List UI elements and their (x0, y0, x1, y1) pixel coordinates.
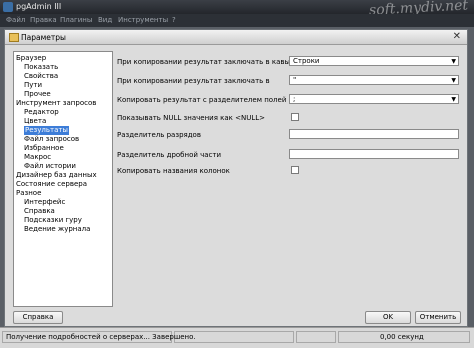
cancel-button[interactable]: Отменить (415, 311, 461, 324)
null-label: Показывать NULL значения как <NULL> (117, 114, 265, 122)
enclose-value: " (293, 76, 297, 84)
tree-item-query-file[interactable]: Файл запросов (24, 135, 79, 144)
status-time: 0,00 секунд (380, 333, 424, 341)
chevron-down-icon: ▼ (451, 77, 456, 84)
tree-item-browser[interactable]: Браузер (16, 54, 46, 63)
menu-bar: Файл Правка Плагины Вид Инструменты ? (0, 14, 474, 27)
app-title: pgAdmin III (16, 2, 62, 11)
menu-tools[interactable]: Инструменты (118, 16, 168, 24)
quote-select[interactable]: Строки ▼ (289, 56, 459, 66)
tree-item-help[interactable]: Справка (24, 207, 55, 216)
chevron-down-icon: ▼ (451, 96, 456, 103)
tree-item-history-file[interactable]: Файл истории (24, 162, 76, 171)
dialog-title-bar: Параметры ✕ (5, 30, 467, 45)
separator-value: ; (293, 95, 296, 103)
quote-value: Строки (293, 57, 320, 65)
help-button[interactable]: Справка (13, 311, 63, 324)
decimal-input[interactable] (289, 149, 459, 159)
colnames-checkbox[interactable] (291, 166, 299, 174)
decimal-label: Разделитель дробной части (117, 151, 222, 159)
pgadmin-logo-icon (3, 2, 13, 12)
menu-help[interactable]: ? (172, 16, 176, 24)
options-tree[interactable]: Браузер Показать Свойства Пути Прочее Ин… (13, 51, 113, 307)
colnames-label: Копировать названия колонок (117, 167, 230, 175)
close-icon[interactable]: ✕ (453, 31, 461, 42)
tree-item-results[interactable]: Результаты (24, 126, 69, 135)
tree-item-paths[interactable]: Пути (24, 81, 42, 90)
folder-icon (9, 33, 19, 42)
tree-item-db-designer[interactable]: Дизайнер баз данных (16, 171, 97, 180)
tree-item-macros[interactable]: Макрос (24, 153, 51, 162)
tree-item-logging[interactable]: Ведение журнала (24, 225, 90, 234)
enclose-select[interactable]: " ▼ (289, 75, 459, 85)
enclose-label: При копировании результат заключать в (117, 77, 270, 85)
thousands-label: Разделитель разрядов (117, 131, 201, 139)
tree-item-favourites[interactable]: Избранное (24, 144, 64, 153)
status-small-segment (296, 331, 336, 343)
tree-item-miscellaneous[interactable]: Разное (16, 189, 41, 198)
tree-item-display[interactable]: Показать (24, 63, 58, 72)
tree-item-server-status[interactable]: Состояние сервера (16, 180, 87, 189)
null-checkbox[interactable] (291, 113, 299, 121)
menu-edit[interactable]: Правка (30, 16, 57, 24)
chevron-down-icon: ▼ (451, 58, 456, 65)
tree-item-query-tool[interactable]: Инструмент запросов (16, 99, 96, 108)
status-message: Получение подробностей о серверах... Зав… (6, 333, 196, 341)
tree-item-colours[interactable]: Цвета (24, 117, 46, 126)
status-bar: Получение подробностей о серверах... Зав… (0, 327, 474, 348)
tree-item-properties[interactable]: Свойства (24, 72, 58, 81)
separator-select[interactable]: ; ▼ (289, 94, 459, 104)
thousands-input[interactable] (289, 129, 459, 139)
tree-item-guru-hints[interactable]: Подсказки гуру (24, 216, 82, 225)
tree-item-misc[interactable]: Прочее (24, 90, 51, 99)
separator-label: Копировать результат с разделителем поле… (117, 96, 287, 104)
menu-plugins[interactable]: Плагины (60, 16, 92, 24)
tree-item-editor[interactable]: Редактор (24, 108, 59, 117)
quote-label: При копировании результат заключать в ка… (117, 58, 303, 66)
tree-item-interface[interactable]: Интерфейс (24, 198, 65, 207)
options-dialog: Параметры ✕ Браузер Показать Свойства Пу… (4, 29, 468, 327)
app-title-bar: pgAdmin III soft.mydiv.net (0, 0, 474, 19)
menu-view[interactable]: Вид (98, 16, 112, 24)
dialog-title: Параметры (21, 33, 66, 42)
menu-file[interactable]: Файл (6, 16, 25, 24)
ok-button[interactable]: OK (365, 311, 411, 324)
